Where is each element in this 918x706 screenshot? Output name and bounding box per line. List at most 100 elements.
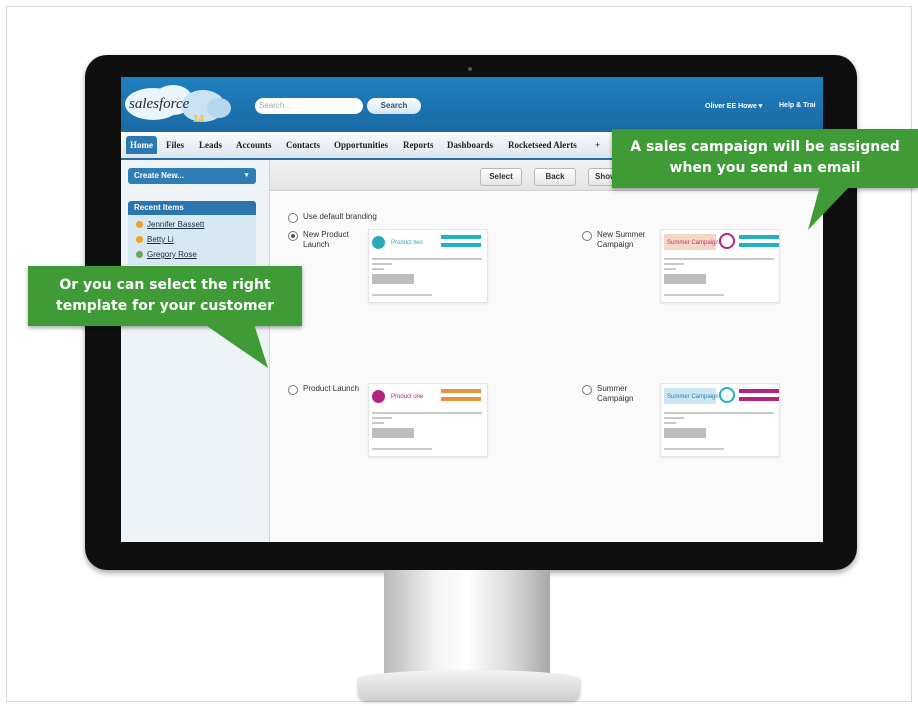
thumbnail-footer — [664, 294, 724, 296]
thumbnail-text-line — [372, 422, 384, 424]
thumbnail-button — [441, 389, 481, 393]
thumbnail-button — [441, 235, 481, 239]
tab-reports[interactable]: Reports — [403, 140, 434, 150]
callout-line: template for your customer — [56, 298, 274, 314]
thumbnail-text-line — [664, 412, 774, 414]
callout-line: Or you can select the right — [59, 277, 271, 293]
recent-items-heading: Recent Items — [128, 201, 256, 215]
monitor-base — [358, 670, 580, 700]
callout-line: A sales campaign will be assigned — [630, 139, 900, 155]
new-product-launch-label-2: Launch — [303, 240, 330, 249]
thumbnail-footer — [372, 448, 432, 450]
template-thumbnail-product-one[interactable]: Product one — [368, 383, 488, 457]
template-thumbnail-summer-campaign[interactable]: Summer Campaign — [660, 383, 780, 457]
search-button[interactable]: Search — [367, 98, 421, 114]
search-input[interactable]: Search... — [255, 98, 363, 114]
thumbnail-footer — [664, 448, 724, 450]
tab-dashboards[interactable]: Dashboards — [447, 140, 493, 150]
template-thumbnail-new-summer-campaign[interactable]: Summer Campaign — [660, 229, 780, 303]
badge-icon — [372, 390, 385, 403]
thumbnail-block — [372, 428, 414, 438]
badge-icon — [719, 387, 735, 403]
tab-rocketseed-alerts[interactable]: Rocketseed Alerts — [508, 140, 577, 150]
thumbnail-text-line — [664, 417, 684, 419]
thumbnail-button — [739, 389, 779, 393]
lead-icon — [136, 251, 143, 258]
thumbnail-text-line — [372, 417, 392, 419]
callout-sales-campaign: A sales campaign will be assigned when y… — [612, 129, 918, 188]
monitor-stand — [384, 570, 550, 678]
create-new-button[interactable]: Create New... ▼ — [128, 168, 256, 184]
recent-item-label: Betty Li — [147, 235, 174, 244]
contact-icon — [136, 221, 143, 228]
callout-pointer — [808, 186, 850, 230]
callout-select-template: Or you can select the right template for… — [28, 266, 302, 326]
back-button[interactable]: Back — [534, 168, 576, 186]
tab-more[interactable]: + — [595, 140, 600, 150]
thumbnail-title: Product two — [391, 240, 423, 246]
chevron-down-icon: ▾ — [758, 103, 763, 110]
tab-opportunities[interactable]: Opportunities — [334, 140, 388, 150]
thumbnail-button — [739, 397, 779, 401]
radio-summer-campaign[interactable] — [582, 385, 592, 395]
radio-new-summer-campaign[interactable] — [582, 231, 592, 241]
new-summer-campaign-label-1: New Summer — [597, 230, 646, 239]
create-new-label: Create New... — [134, 171, 184, 180]
new-product-launch-label-1: New Product — [303, 230, 349, 239]
app-header: salesforce 14 Search... Search Oliver EE… — [121, 77, 823, 132]
tab-home[interactable]: Home — [126, 136, 157, 154]
thumbnail-text-line — [372, 258, 482, 260]
product-launch-label: Product Launch — [303, 384, 360, 393]
recent-item-label: Jennifer Bassett — [147, 220, 205, 229]
user-menu[interactable]: Oliver EE Howe ▾ — [705, 102, 762, 110]
camera-icon — [468, 67, 472, 71]
badge-icon — [719, 233, 735, 249]
recent-item[interactable]: Betty Li — [136, 235, 174, 244]
thumbnail-block — [372, 274, 414, 284]
recent-item-label: Gregory Rose — [147, 250, 197, 259]
summer-campaign-label-1: Summer — [597, 384, 628, 393]
new-summer-campaign-label-2: Campaign — [597, 240, 634, 249]
tab-accounts[interactable]: Accounts — [236, 140, 272, 150]
thumbnail-text-line — [664, 263, 684, 265]
svg-text:14: 14 — [193, 114, 205, 125]
user-name: Oliver EE Howe — [705, 103, 757, 110]
thumbnail-text-line — [664, 268, 676, 270]
select-button[interactable]: Select — [480, 168, 522, 186]
recent-items-list: Jennifer Bassett Betty Li Gregory Rose — [128, 215, 256, 265]
thumbnail-title: Summer Campaign — [667, 240, 719, 246]
thumbnail-button — [739, 243, 779, 247]
thumbnail-button — [739, 235, 779, 239]
summer-campaign-label-2: Campaign — [597, 394, 634, 403]
svg-text:salesforce: salesforce — [129, 96, 190, 112]
thumbnail-text-line — [664, 422, 676, 424]
badge-icon — [372, 236, 385, 249]
thumbnail-block — [664, 428, 706, 438]
recent-item[interactable]: Gregory Rose — [136, 250, 197, 259]
template-thumbnail-product-two[interactable]: Product two — [368, 229, 488, 303]
thumbnail-text-line — [372, 263, 392, 265]
thumbnail-text-line — [664, 258, 774, 260]
thumbnail-text-line — [372, 268, 384, 270]
salesforce-logo[interactable]: salesforce 14 — [123, 82, 231, 126]
help-training-link[interactable]: Help & Trai — [779, 102, 816, 109]
thumbnail-title: Product one — [391, 394, 424, 400]
default-branding-label: Use default branding — [303, 212, 377, 221]
radio-new-product-launch[interactable] — [288, 231, 298, 241]
thumbnail-button — [441, 243, 481, 247]
tab-leads[interactable]: Leads — [199, 140, 222, 150]
callout-line: when you send an email — [669, 160, 861, 176]
radio-default-branding[interactable] — [288, 213, 298, 223]
thumbnail-button — [441, 397, 481, 401]
thumbnail-text-line — [372, 412, 482, 414]
contact-icon — [136, 236, 143, 243]
radio-product-launch[interactable] — [288, 385, 298, 395]
tab-files[interactable]: Files — [166, 140, 184, 150]
thumbnail-footer — [372, 294, 432, 296]
chevron-down-icon: ▼ — [243, 172, 250, 179]
thumbnail-block — [664, 274, 706, 284]
callout-pointer — [204, 324, 268, 368]
recent-item[interactable]: Jennifer Bassett — [136, 220, 204, 229]
tab-contacts[interactable]: Contacts — [286, 140, 320, 150]
thumbnail-title: Summer Campaign — [667, 394, 719, 400]
